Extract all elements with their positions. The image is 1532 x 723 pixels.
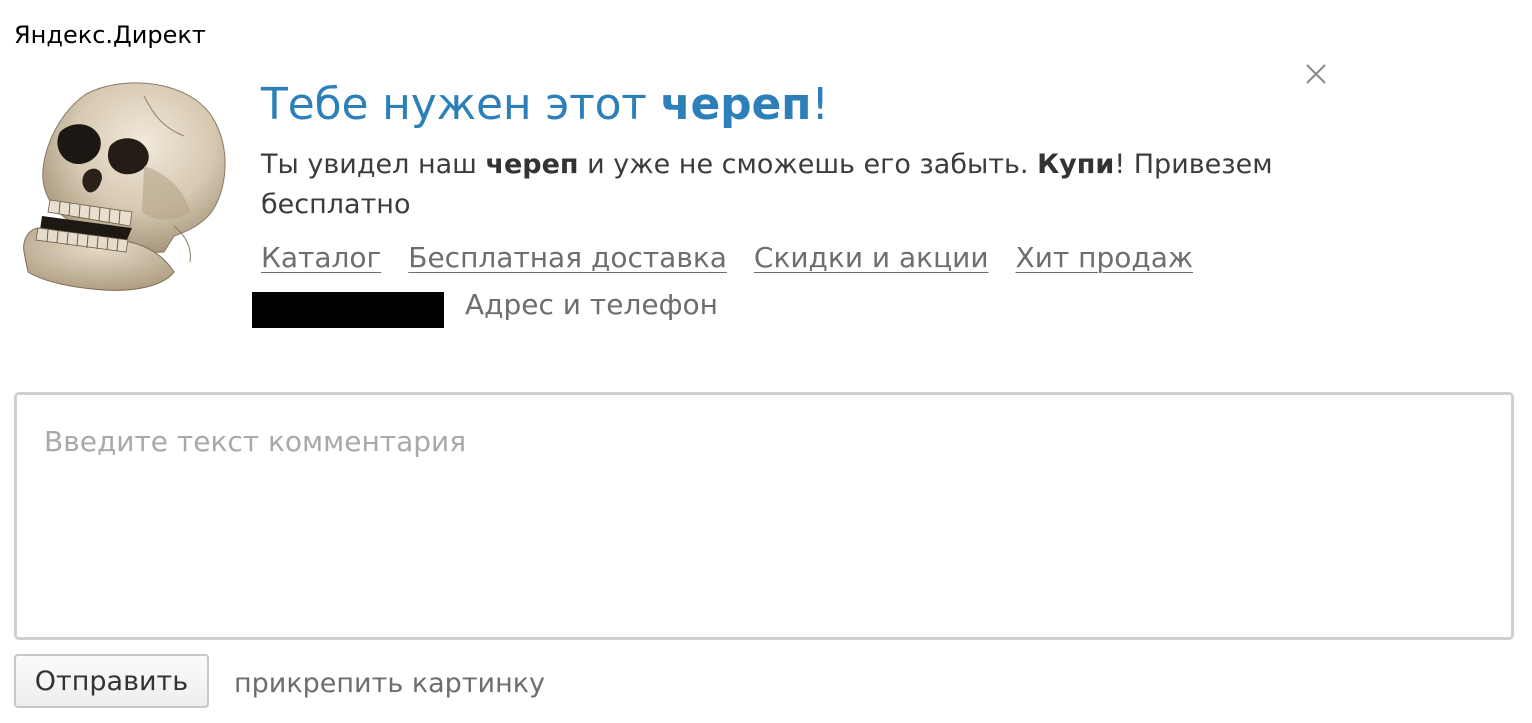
close-icon[interactable]: [1302, 60, 1330, 88]
submit-button[interactable]: Отправить: [14, 654, 209, 708]
sitelink-catalog[interactable]: Каталог: [261, 241, 381, 274]
ad-text-bold2: Купи: [1037, 149, 1115, 180]
address-phone-link[interactable]: Адрес и телефон: [465, 285, 718, 325]
ad-title-part2: !: [811, 79, 829, 130]
sitelink-free-delivery[interactable]: Бесплатная доставка: [408, 241, 727, 274]
sitelink-discounts[interactable]: Скидки и акции: [754, 241, 989, 274]
ad-text-part2: и уже не сможешь его забыть.: [578, 149, 1038, 180]
ad-text-part1: Ты увидел наш: [261, 149, 486, 180]
ad-text-bold1: череп: [485, 149, 579, 180]
yandex-direct-label[interactable]: Яндекс.Директ: [14, 20, 206, 50]
comment-page: Яндекс.Директ Тебе нужен этот череп! Ты …: [0, 0, 1532, 723]
ad-text: Ты увидел наш череп и уже не сможешь его…: [261, 145, 1341, 225]
ad-title-bold: череп: [660, 79, 812, 130]
ad-title[interactable]: Тебе нужен этот череп!: [261, 76, 829, 134]
comment-input[interactable]: [14, 392, 1514, 640]
skull-image[interactable]: [14, 76, 242, 298]
ad-title-part1: Тебе нужен этот: [261, 79, 661, 130]
sitelink-bestseller[interactable]: Хит продаж: [1016, 241, 1194, 274]
attach-image-link[interactable]: прикрепить картинку: [234, 664, 545, 704]
redacted-block: [252, 292, 444, 328]
ad-sitelinks: Каталог Бесплатная доставка Скидки и акции…: [261, 238, 1220, 278]
